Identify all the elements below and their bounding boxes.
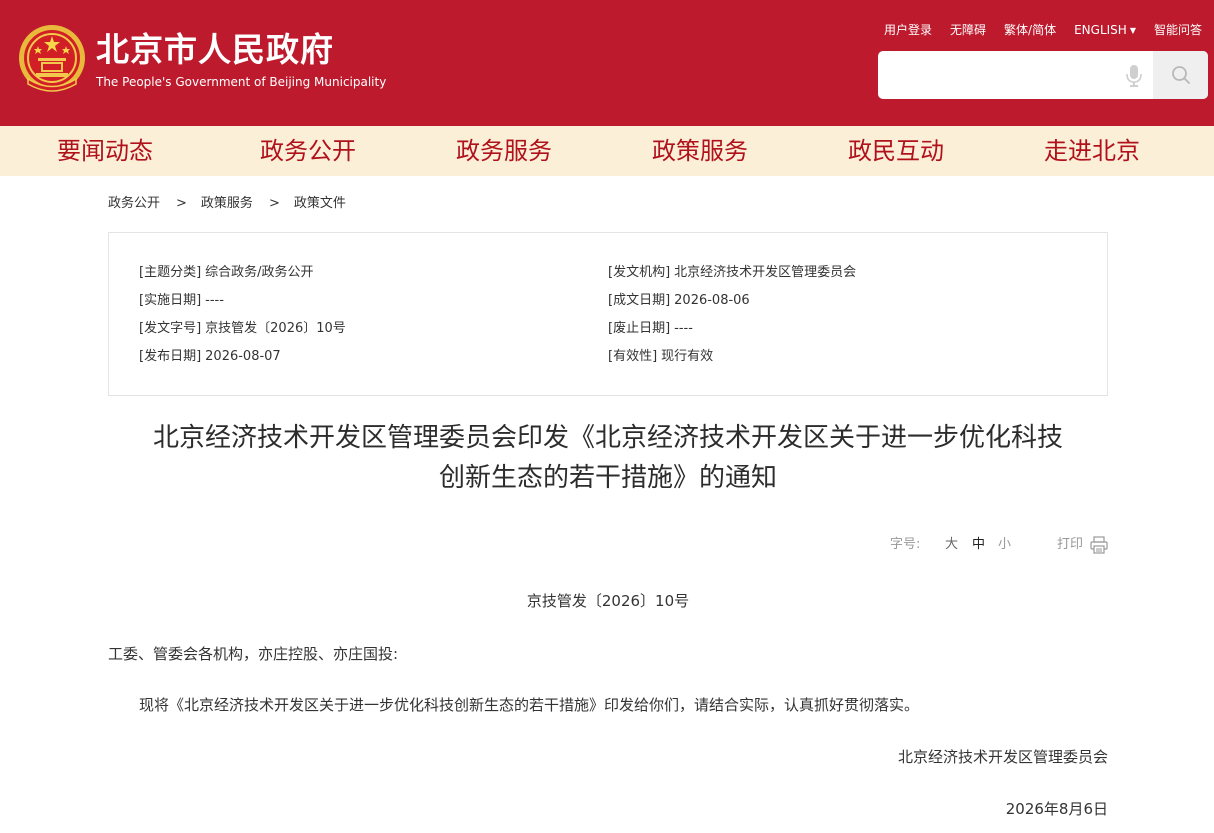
breadcrumb-separator: > bbox=[268, 196, 280, 211]
font-size-label: 字号: bbox=[890, 537, 921, 552]
article-title-line: 北京经济技术开发区管理委员会印发《北京经济技术开发区关于进一步优化科技 bbox=[152, 423, 1063, 453]
meta-value: 2026-08-06 bbox=[674, 293, 750, 308]
meta-column-right: [发文机构] 北京经济技术开发区管理委员会 [成文日期] 2026-08-06 [废… bbox=[608, 259, 856, 371]
document-date: 2026年8月6日 bbox=[1005, 800, 1108, 818]
meta-value: ---- bbox=[674, 321, 693, 336]
top-links: 用户登录 无障碍 繁体/简体 ENGLISH ▼ 智能问答 bbox=[884, 20, 1202, 40]
smart-qa-link[interactable]: 智能问答 bbox=[1154, 20, 1202, 40]
document-body-paragraph: 现将《北京经济技术开发区关于进一步优化科技创新生态的若干措施》印发给你们，请结合… bbox=[139, 696, 920, 714]
meta-value: ---- bbox=[205, 293, 224, 308]
nav-item-news[interactable]: 要闻动态 bbox=[0, 126, 210, 176]
english-label: ENGLISH bbox=[1074, 23, 1127, 37]
font-size-large-button[interactable]: 大 bbox=[945, 535, 958, 555]
nav-item-government-affairs[interactable]: 政务公开 bbox=[210, 126, 406, 176]
meta-column-left: [主题分类] 综合政务/政务公开 [实施日期] ---- [发文字号] 京技管发〔20… bbox=[139, 259, 346, 371]
meta-value: 2026-08-07 bbox=[205, 349, 281, 364]
breadcrumb-item-policy-services[interactable]: 政策服务 bbox=[201, 196, 253, 211]
print-button[interactable]: 打印 bbox=[1057, 535, 1083, 555]
meta-label: [发文机构] bbox=[608, 265, 671, 280]
meta-issuer: [发文机构] 北京经济技术开发区管理委员会 bbox=[608, 259, 856, 287]
meta-value: 综合政务/政务公开 bbox=[205, 265, 314, 280]
search-box bbox=[878, 51, 1208, 99]
accessibility-link[interactable]: 无障碍 bbox=[950, 20, 986, 40]
meta-abolish-date: [废止日期] ---- bbox=[608, 315, 856, 343]
meta-validity: [有效性] 现行有效 bbox=[608, 343, 856, 371]
site-title[interactable]: 北京市人民政府 bbox=[96, 30, 334, 70]
search-button[interactable] bbox=[1153, 51, 1208, 99]
nav-item-government-services[interactable]: 政务服务 bbox=[406, 126, 602, 176]
meta-doc-number: [发文字号] 京技管发〔2026〕10号 bbox=[139, 315, 346, 343]
meta-value: 京技管发〔2026〕10号 bbox=[205, 321, 346, 336]
english-language-link[interactable]: ENGLISH ▼ bbox=[1074, 20, 1136, 40]
meta-label: [成文日期] bbox=[608, 293, 671, 308]
meta-label: [发文字号] bbox=[139, 321, 202, 336]
nav-item-about-beijing[interactable]: 走进北京 bbox=[994, 126, 1190, 176]
login-link[interactable]: 用户登录 bbox=[884, 20, 932, 40]
document-recipients: 工委、管委会各机构，亦庄控股、亦庄国投: bbox=[108, 645, 399, 663]
document-number: 京技管发〔2026〕10号 bbox=[526, 592, 690, 610]
nav-item-interaction[interactable]: 政民互动 bbox=[798, 126, 994, 176]
site-subtitle: The People's Government of Beijing Munic… bbox=[96, 75, 387, 89]
meta-label: [主题分类] bbox=[139, 265, 202, 280]
nav-item-policy-services[interactable]: 政策服务 bbox=[602, 126, 798, 176]
printer-icon[interactable] bbox=[1090, 536, 1108, 554]
breadcrumb: 政务公开 > 政策服务 > 政策文件 bbox=[108, 194, 346, 214]
national-emblem-icon bbox=[19, 25, 85, 92]
search-icon bbox=[1171, 66, 1190, 84]
site-header: 北京市人民政府 The People's Government of Beiji… bbox=[0, 0, 1214, 126]
meta-topic: [主题分类] 综合政务/政务公开 bbox=[139, 259, 346, 287]
breadcrumb-separator: > bbox=[176, 196, 187, 211]
search-input[interactable] bbox=[878, 51, 1118, 99]
main-nav: 要闻动态 政务公开 政务服务 政策服务 政民互动 走进北京 bbox=[0, 126, 1214, 176]
meta-label: [有效性] bbox=[608, 349, 658, 364]
article-title: 北京经济技术开发区管理委员会印发《北京经济技术开发区关于进一步优化科技 创新生态… bbox=[108, 418, 1108, 498]
traditional-simplified-toggle[interactable]: 繁体/简体 bbox=[1004, 20, 1056, 40]
meta-written-date: [成文日期] 2026-08-06 bbox=[608, 287, 856, 315]
breadcrumb-item-government-affairs[interactable]: 政务公开 bbox=[108, 196, 160, 211]
meta-label: [废止日期] bbox=[608, 321, 671, 336]
meta-value: 北京经济技术开发区管理委员会 bbox=[674, 265, 857, 280]
meta-value: 现行有效 bbox=[661, 349, 714, 364]
document-meta-box: [主题分类] 综合政务/政务公开 [实施日期] ---- [发文字号] 京技管发〔20… bbox=[108, 232, 1108, 396]
meta-label: [发布日期] bbox=[139, 349, 202, 364]
breadcrumb-item-policy-documents[interactable]: 政策文件 bbox=[294, 196, 346, 211]
microphone-icon[interactable] bbox=[1126, 65, 1142, 87]
article-title-line: 创新生态的若干措施》的通知 bbox=[438, 463, 777, 493]
meta-effective-date: [实施日期] ---- bbox=[139, 287, 346, 315]
font-size-medium-button[interactable]: 中 bbox=[972, 535, 985, 555]
meta-publish-date: [发布日期] 2026-08-07 bbox=[139, 343, 346, 371]
font-size-small-button[interactable]: 小 bbox=[998, 535, 1011, 555]
meta-label: [实施日期] bbox=[139, 293, 202, 308]
caret-down-icon: ▼ bbox=[1129, 26, 1136, 35]
document-signature: 北京经济技术开发区管理委员会 bbox=[897, 748, 1108, 766]
